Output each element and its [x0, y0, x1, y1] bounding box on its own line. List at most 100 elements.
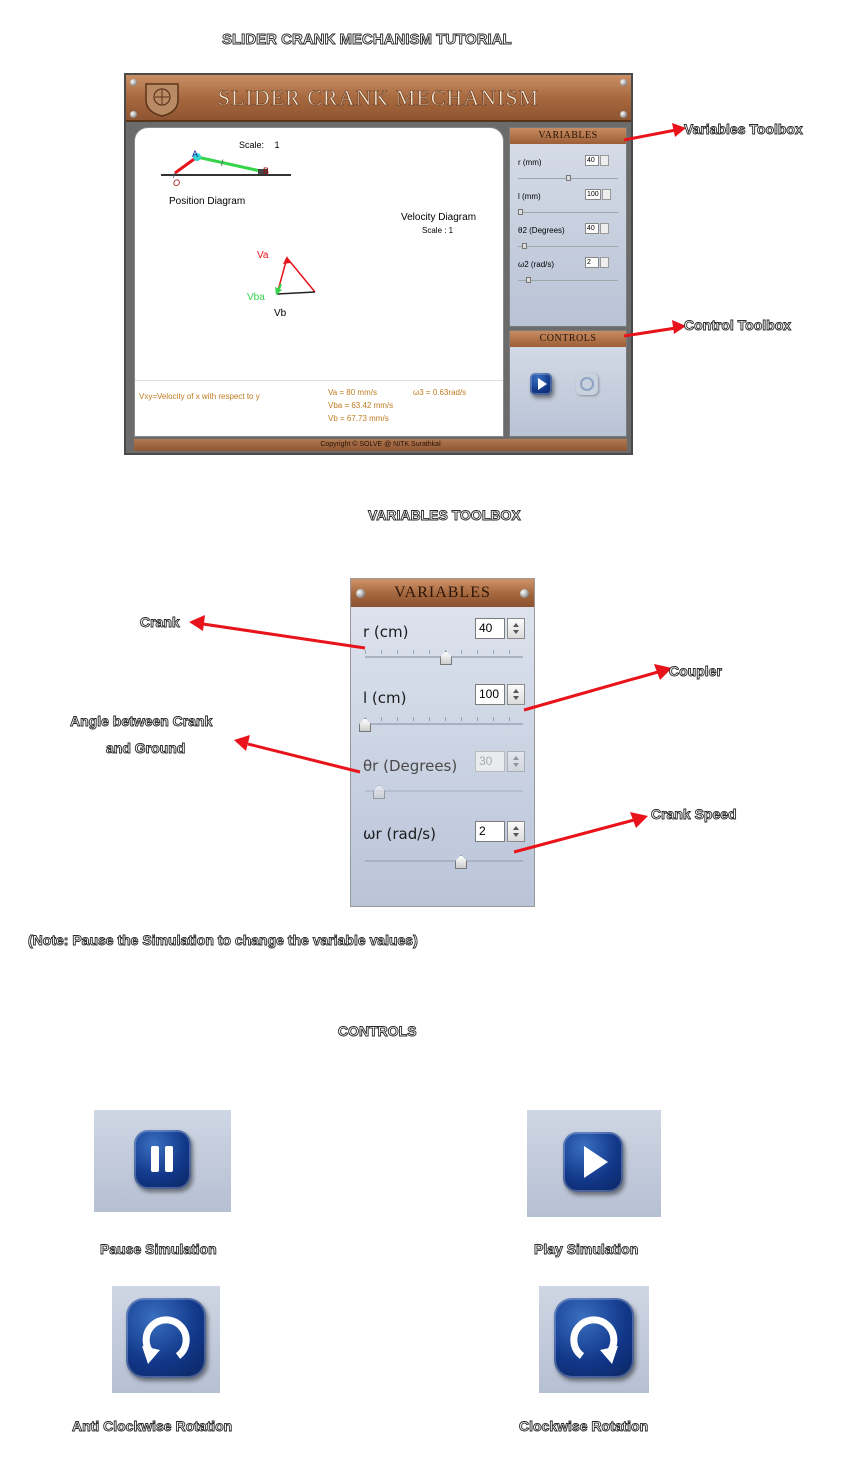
crank-length-input[interactable]: 40 [475, 618, 505, 639]
play-icon [538, 378, 547, 390]
crank-length-stepper[interactable] [507, 618, 525, 639]
coupler-link [196, 155, 266, 174]
app-window: SLIDER CRANK MECHANISM Scale: 1 O A B r … [124, 73, 633, 455]
clockwise-caption: Clockwise Rotation [519, 1418, 649, 1435]
crank-angle-slider-thumb[interactable] [373, 785, 385, 799]
coupler-length-label: l (cm) [363, 689, 407, 707]
omega-slider[interactable] [518, 280, 618, 281]
clockwise-card [539, 1286, 649, 1393]
variables-panel-header: VARIABLES [510, 128, 626, 144]
crank-angle-caption-line2: and Ground [106, 740, 186, 757]
crank-speed-slider-thumb[interactable] [455, 855, 467, 869]
rivet-icon [620, 79, 627, 86]
arrow-variables-toolbox [623, 123, 686, 142]
r-label: r (mm) [518, 158, 542, 167]
anticlockwise-button[interactable] [126, 1298, 206, 1378]
theta-slider-thumb[interactable] [522, 243, 527, 249]
crank-angle-stepper[interactable] [507, 751, 525, 772]
note-text: (Note: Pause the Simulation to change th… [28, 932, 419, 949]
va-label: Va [257, 250, 269, 261]
variables-section-title: VARIABLES TOOLBOX [368, 507, 522, 524]
play-caption: Play Simulation [534, 1241, 639, 1258]
theta-label: θ2 (Degrees) [518, 226, 565, 235]
anticlockwise-rotation-icon [142, 1316, 190, 1364]
pause-caption: Pause Simulation [100, 1241, 218, 1258]
divider [135, 380, 503, 381]
crank-speed-caption: Crank Speed [651, 806, 737, 823]
app-footer: Copyright © SOLVE @ NITK Surathkal [134, 439, 627, 451]
crank-speed-input[interactable]: 2 [475, 821, 505, 842]
omega-stepper[interactable] [600, 257, 609, 268]
play-card [527, 1110, 661, 1217]
simulation-canvas: Scale: 1 O A B r l Position Diagram Velo… [134, 127, 504, 437]
point-a-label: A [192, 149, 199, 159]
l-slider[interactable] [518, 212, 618, 213]
coupler-length-slider[interactable] [365, 717, 523, 725]
arrow-control-toolbox [623, 320, 686, 338]
play-simulation-button[interactable] [563, 1132, 623, 1192]
variables-toolbox-enlarged: VARIABLES r (cm) 40 l (cm) 100 θr (Degre… [350, 578, 535, 907]
pause-button[interactable] [134, 1130, 191, 1189]
controls-panel: CONTROLS [509, 330, 627, 437]
rotation-button[interactable] [576, 373, 598, 395]
velocity-scale: Scale : 1 [422, 226, 454, 235]
crank-angle-label: θr (Degrees) [363, 757, 458, 775]
velocity-diagram-label: Velocity Diagram [401, 212, 477, 223]
vb-label: Vb [274, 308, 287, 319]
play-icon [584, 1146, 608, 1178]
result-vb: Vb = 67.73 mm/s [328, 414, 389, 423]
omega-label: ω2 (rad/s) [518, 260, 555, 269]
result-vba: Vba = 63.42 mm/s [328, 401, 394, 410]
arrow-coupler [523, 664, 672, 712]
theta-input[interactable]: 40 [585, 223, 599, 234]
l-slider-thumb[interactable] [518, 209, 523, 215]
result-va: Va = 80 mm/s [328, 388, 377, 397]
arrow-crank-angle [234, 735, 361, 774]
app-title-bar: SLIDER CRANK MECHANISM [126, 75, 631, 122]
velocity-legend: Vxy=Velocity of x with respect to y [139, 392, 260, 401]
velocity-diagram [275, 256, 316, 295]
crank-caption: Crank [140, 614, 181, 631]
clockwise-button[interactable] [554, 1298, 634, 1378]
coupler-length-input[interactable]: 100 [475, 684, 505, 705]
page-title: SLIDER CRANK MECHANISM TUTORIAL [222, 31, 513, 49]
variables-toolbox-caption: Variables Toolbox [684, 121, 804, 138]
result-w3: ω3 = 0.63rad/s [413, 388, 467, 397]
theta-slider[interactable] [518, 246, 618, 247]
rivet-icon [130, 79, 137, 86]
crank-angle-slider[interactable] [365, 790, 523, 792]
crank-angle-caption-line1: Angle between Crank [70, 713, 213, 730]
crank-speed-slider[interactable] [365, 860, 523, 862]
link-r-label: r [173, 170, 176, 180]
crank-angle-input[interactable]: 30 [475, 751, 505, 772]
crank-link [174, 155, 198, 175]
r-slider-thumb[interactable] [566, 175, 571, 181]
r-stepper[interactable] [600, 155, 609, 166]
point-b-label: B [263, 166, 270, 176]
rivet-icon [356, 589, 365, 598]
rivet-icon [130, 111, 137, 118]
controls-section-title: CONTROLS [338, 1023, 417, 1040]
clockwise-rotation-icon [570, 1316, 618, 1364]
r-input[interactable]: 40 [585, 155, 599, 166]
arrow-crank [189, 615, 366, 650]
omega-input[interactable]: 2 [585, 257, 599, 268]
theta-stepper[interactable] [600, 223, 609, 234]
control-toolbox-caption: Control Toolbox [684, 317, 792, 334]
controls-panel-header: CONTROLS [510, 331, 626, 347]
rotation-icon [580, 377, 594, 391]
position-diagram-label: Position Diagram [169, 196, 246, 207]
pause-card [94, 1110, 231, 1212]
variables-toolbox-header: VARIABLES [351, 579, 534, 607]
vba-label: Vba [247, 292, 265, 303]
l-input[interactable]: 100 [585, 189, 601, 200]
link-l-label: l [221, 158, 223, 168]
play-button[interactable] [530, 373, 552, 395]
rivet-icon [620, 111, 627, 118]
anticlockwise-caption: Anti Clockwise Rotation [72, 1418, 233, 1435]
crank-speed-label: ωr (rad/s) [363, 825, 436, 843]
omega-slider-thumb[interactable] [526, 277, 531, 283]
pause-icon [151, 1146, 173, 1172]
l-label: l (mm) [518, 192, 541, 201]
l-stepper[interactable] [602, 189, 611, 200]
